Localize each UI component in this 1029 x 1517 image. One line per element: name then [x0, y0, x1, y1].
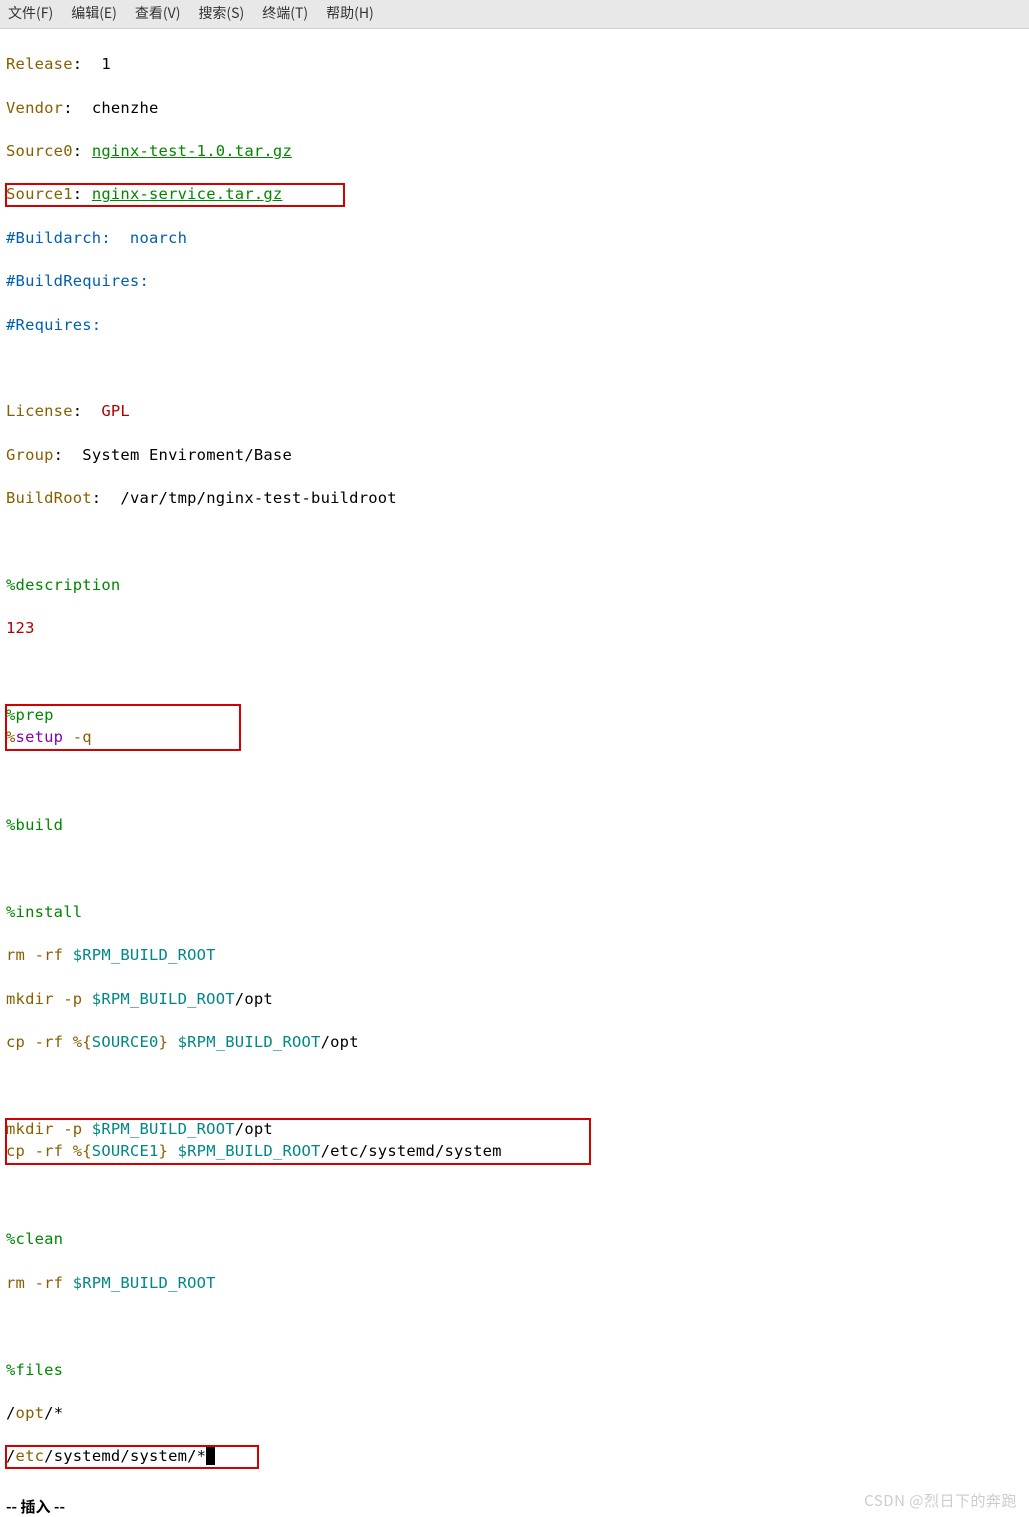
blank-line [6, 1316, 1023, 1338]
line-build: %build [6, 815, 1023, 837]
line-buildrequires: #BuildRequires: [6, 271, 1023, 293]
line-cp1: cp -rf %{SOURCE0} $RPM_BUILD_ROOT/opt [6, 1032, 1023, 1054]
menu-file[interactable]: 文件(F) [8, 4, 53, 24]
line-rm1: rm -rf $RPM_BUILD_ROOT [6, 945, 1023, 967]
line-description: %description [6, 575, 1023, 597]
line-install: %install [6, 902, 1023, 924]
menu-search[interactable]: 搜索(S) [198, 4, 244, 24]
menu-view[interactable]: 查看(V) [135, 4, 181, 24]
blank-line [6, 1076, 1023, 1098]
line-release: Release: 1 [6, 54, 1023, 76]
menu-edit[interactable]: 编辑(E) [71, 4, 117, 24]
line-mkdir1: mkdir -p $RPM_BUILD_ROOT/opt [6, 989, 1023, 1011]
line-files: %files [6, 1360, 1023, 1382]
line-license: License: GPL [6, 401, 1023, 423]
blank-line [6, 531, 1023, 553]
install-block-highlight: mkdir -p $RPM_BUILD_ROOT/opt cp -rf %{SO… [6, 1119, 590, 1164]
line-source1-highlight: Source1: nginx-service.tar.gz [6, 184, 344, 206]
line-group: Group: System Enviroment/Base [6, 445, 1023, 467]
line-buildroot: BuildRoot: /var/tmp/nginx-test-buildroot [6, 488, 1023, 510]
blank-line [6, 859, 1023, 881]
line-rm2: rm -rf $RPM_BUILD_ROOT [6, 1273, 1023, 1295]
line-buildarch: #Buildarch: noarch [6, 228, 1023, 250]
line-requires: #Requires: [6, 315, 1023, 337]
menubar: 文件(F) 编辑(E) 查看(V) 搜索(S) 终端(T) 帮助(H) [0, 0, 1029, 29]
line-source0: Source0: nginx-test-1.0.tar.gz [6, 141, 1023, 163]
line-description-body: 123 [6, 618, 1023, 640]
line-files-etc-highlight: /etc/systemd/system/* [6, 1446, 258, 1468]
line-clean: %clean [6, 1229, 1023, 1251]
menu-help[interactable]: 帮助(H) [326, 4, 374, 24]
blank-line [6, 1186, 1023, 1208]
prep-block-highlight: %prep %setup -q [6, 705, 240, 750]
watermark-text: CSDN @烈日下的奔跑 [864, 1490, 1017, 1511]
line-files-opt: /opt/* [6, 1403, 1023, 1425]
editor-area[interactable]: Release: 1 Vendor: chenzhe Source0: ngin… [0, 29, 1029, 1494]
line-vendor: Vendor: chenzhe [6, 98, 1023, 120]
blank-line [6, 772, 1023, 794]
menu-terminal[interactable]: 终端(T) [262, 4, 308, 24]
cursor-icon [206, 1447, 215, 1465]
blank-line [6, 358, 1023, 380]
blank-line [6, 662, 1023, 684]
